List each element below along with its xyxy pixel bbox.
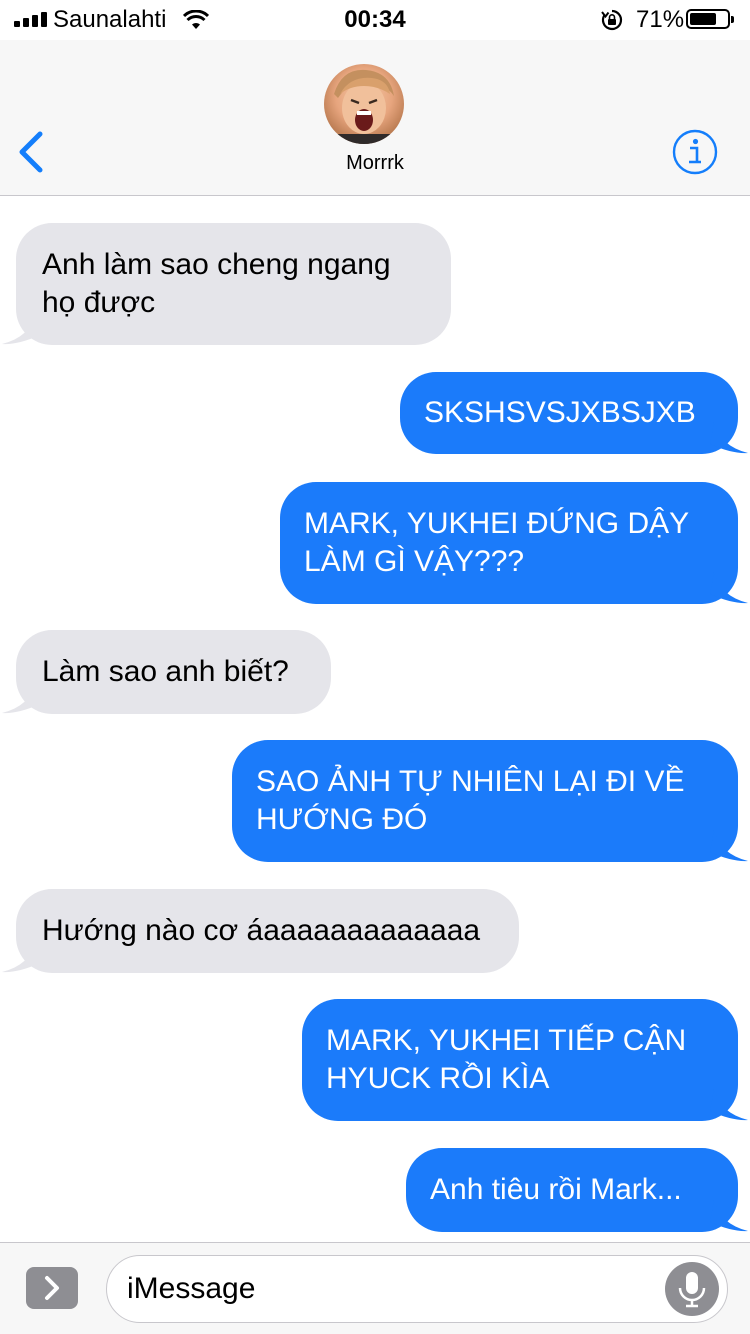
info-icon[interactable] — [672, 129, 718, 175]
rotation-lock-icon — [601, 9, 623, 31]
message-input[interactable]: iMessage — [106, 1255, 728, 1323]
message-thread[interactable]: Anh làm sao cheng ngang họ được SKSHSVSJ… — [0, 196, 750, 1242]
message-text: Anh làm sao cheng ngang họ được — [42, 248, 391, 319]
outgoing-bubble-tail — [710, 572, 748, 604]
outgoing-message-bubble[interactable]: SAO ẢNH TỰ NHIÊN LẠI ĐI VỀ HƯỚNG ĐÓ — [232, 740, 738, 862]
compose-bar: iMessage — [0, 1242, 750, 1334]
outgoing-bubble-tail — [710, 1200, 748, 1232]
chevron-right-icon — [45, 1276, 59, 1300]
message-text: SAO ẢNH TỰ NHIÊN LẠI ĐI VỀ HƯỚNG ĐÓ — [256, 765, 685, 836]
outgoing-bubble-tail — [710, 422, 748, 454]
message-text: SKSHSVSJXBSJXB — [424, 396, 696, 429]
outgoing-bubble-tail — [710, 1089, 748, 1121]
incoming-message-bubble[interactable]: Làm sao anh biết? — [16, 630, 331, 714]
microphone-icon — [678, 1272, 706, 1308]
contact-name[interactable]: Morrrk — [0, 152, 750, 175]
conversation-header: Morrrk — [0, 40, 750, 196]
message-text: MARK, YUKHEI ĐỨNG DẬY LÀM GÌ VẬY??? — [304, 507, 689, 578]
incoming-message-bubble[interactable]: Hướng nào cơ áaaaaaaaaaaaaa — [16, 889, 519, 973]
incoming-bubble-tail — [2, 682, 40, 714]
battery-icon — [686, 9, 734, 29]
message-text: Hướng nào cơ áaaaaaaaaaaaaa — [42, 914, 481, 947]
apps-button[interactable] — [26, 1267, 78, 1309]
contact-avatar[interactable] — [324, 64, 404, 144]
avatar-photo — [324, 69, 404, 144]
incoming-message-bubble[interactable]: Anh làm sao cheng ngang họ được — [16, 223, 451, 345]
outgoing-message-bubble[interactable]: Anh tiêu rồi Mark... — [406, 1148, 738, 1232]
dictation-button[interactable] — [665, 1262, 719, 1316]
outgoing-message-bubble[interactable]: SKSHSVSJXBSJXB — [400, 372, 738, 454]
status-bar: Saunalahti 00:34 71% — [0, 0, 750, 40]
outgoing-bubble-tail — [710, 830, 748, 862]
incoming-bubble-tail — [2, 941, 40, 973]
outgoing-message-bubble[interactable]: MARK, YUKHEI ĐỨNG DẬY LÀM GÌ VẬY??? — [280, 482, 738, 604]
battery-percentage: 71% — [636, 6, 685, 33]
message-input-placeholder: iMessage — [127, 1272, 256, 1305]
message-text: Làm sao anh biết? — [42, 655, 289, 688]
message-text: Anh tiêu rồi Mark... — [430, 1173, 682, 1206]
incoming-bubble-tail — [2, 313, 40, 345]
outgoing-message-bubble[interactable]: MARK, YUKHEI TIẾP CẬN HYUCK RỒI KÌA — [302, 999, 738, 1121]
message-text: MARK, YUKHEI TIẾP CẬN HYUCK RỒI KÌA — [326, 1024, 687, 1095]
